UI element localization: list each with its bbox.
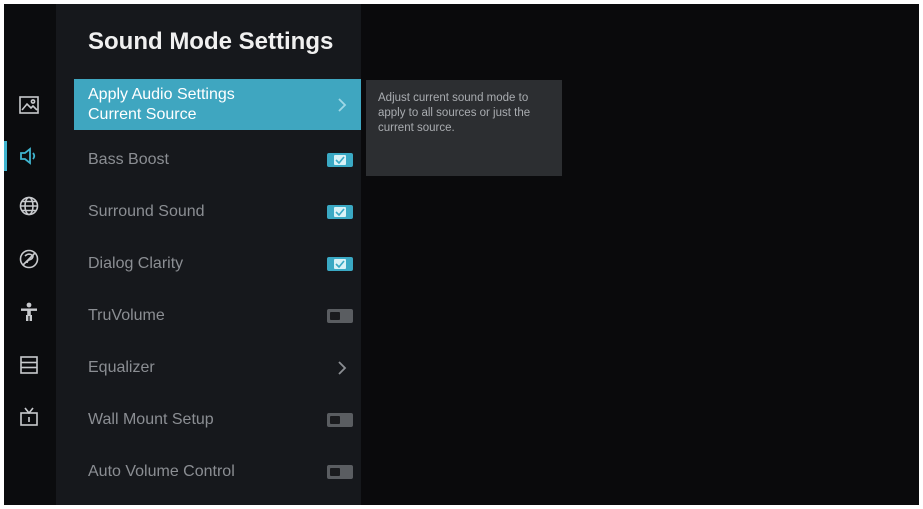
menu-item-bass-boost[interactable]: Bass Boost [74, 135, 361, 185]
dialog-clarity-checkbox[interactable] [327, 257, 353, 271]
menu-item-label: Surround Sound [88, 203, 205, 220]
menu-item-dialog-clarity[interactable]: Dialog Clarity [74, 239, 361, 289]
toggle-knob [330, 468, 340, 476]
menu-item-label: Apply Audio Settings Current Source [88, 86, 235, 123]
checkmark-icon [335, 260, 345, 268]
rail-active-indicator [4, 141, 7, 171]
truvolume-toggle[interactable] [327, 309, 353, 323]
chevron-right-icon [338, 361, 347, 375]
globe-icon[interactable] [16, 193, 42, 219]
menu-item-label: Auto Volume Control [88, 463, 235, 480]
menu-item-auto-volume-control[interactable]: Auto Volume Control [74, 447, 361, 497]
menu-item-label: Bass Boost [88, 151, 169, 168]
menu-item-surround-sound[interactable]: Surround Sound [74, 187, 361, 237]
chevron-right-icon [338, 97, 347, 112]
menu-item-truvolume[interactable]: TruVolume [74, 291, 361, 341]
wall-mount-setup-toggle[interactable] [327, 413, 353, 427]
toggle-knob [330, 416, 340, 424]
sound-icon[interactable] [16, 143, 42, 169]
picture-icon[interactable] [16, 92, 42, 118]
menu-item-apply-audio-settings[interactable]: Apply Audio Settings Current Source [74, 79, 361, 130]
menu-item-wall-mount-setup[interactable]: Wall Mount Setup [74, 395, 361, 445]
checkmark-icon [335, 156, 345, 164]
bass-boost-checkbox[interactable] [327, 153, 353, 167]
menu-item-label: Wall Mount Setup [88, 411, 214, 428]
checkmark-icon [335, 208, 345, 216]
toggle-knob [330, 312, 340, 320]
auto-volume-control-toggle[interactable] [327, 465, 353, 479]
menu-item-equalizer[interactable]: Equalizer [74, 343, 361, 393]
page-title: Sound Mode Settings [88, 28, 334, 55]
menu-item-label: TruVolume [88, 307, 165, 324]
accessibility-icon[interactable] [16, 246, 42, 272]
tv-icon[interactable] [16, 404, 42, 430]
list-icon[interactable] [16, 352, 42, 378]
tv-screen: Sound Mode Settings Apply Audio Settings… [4, 4, 919, 505]
help-tooltip: Adjust current sound mode to apply to al… [366, 80, 562, 176]
surround-sound-checkbox[interactable] [327, 205, 353, 219]
menu-item-label: Equalizer [88, 359, 155, 376]
category-rail [4, 4, 56, 505]
person-icon[interactable] [16, 299, 42, 325]
menu-item-label: Dialog Clarity [88, 255, 184, 272]
